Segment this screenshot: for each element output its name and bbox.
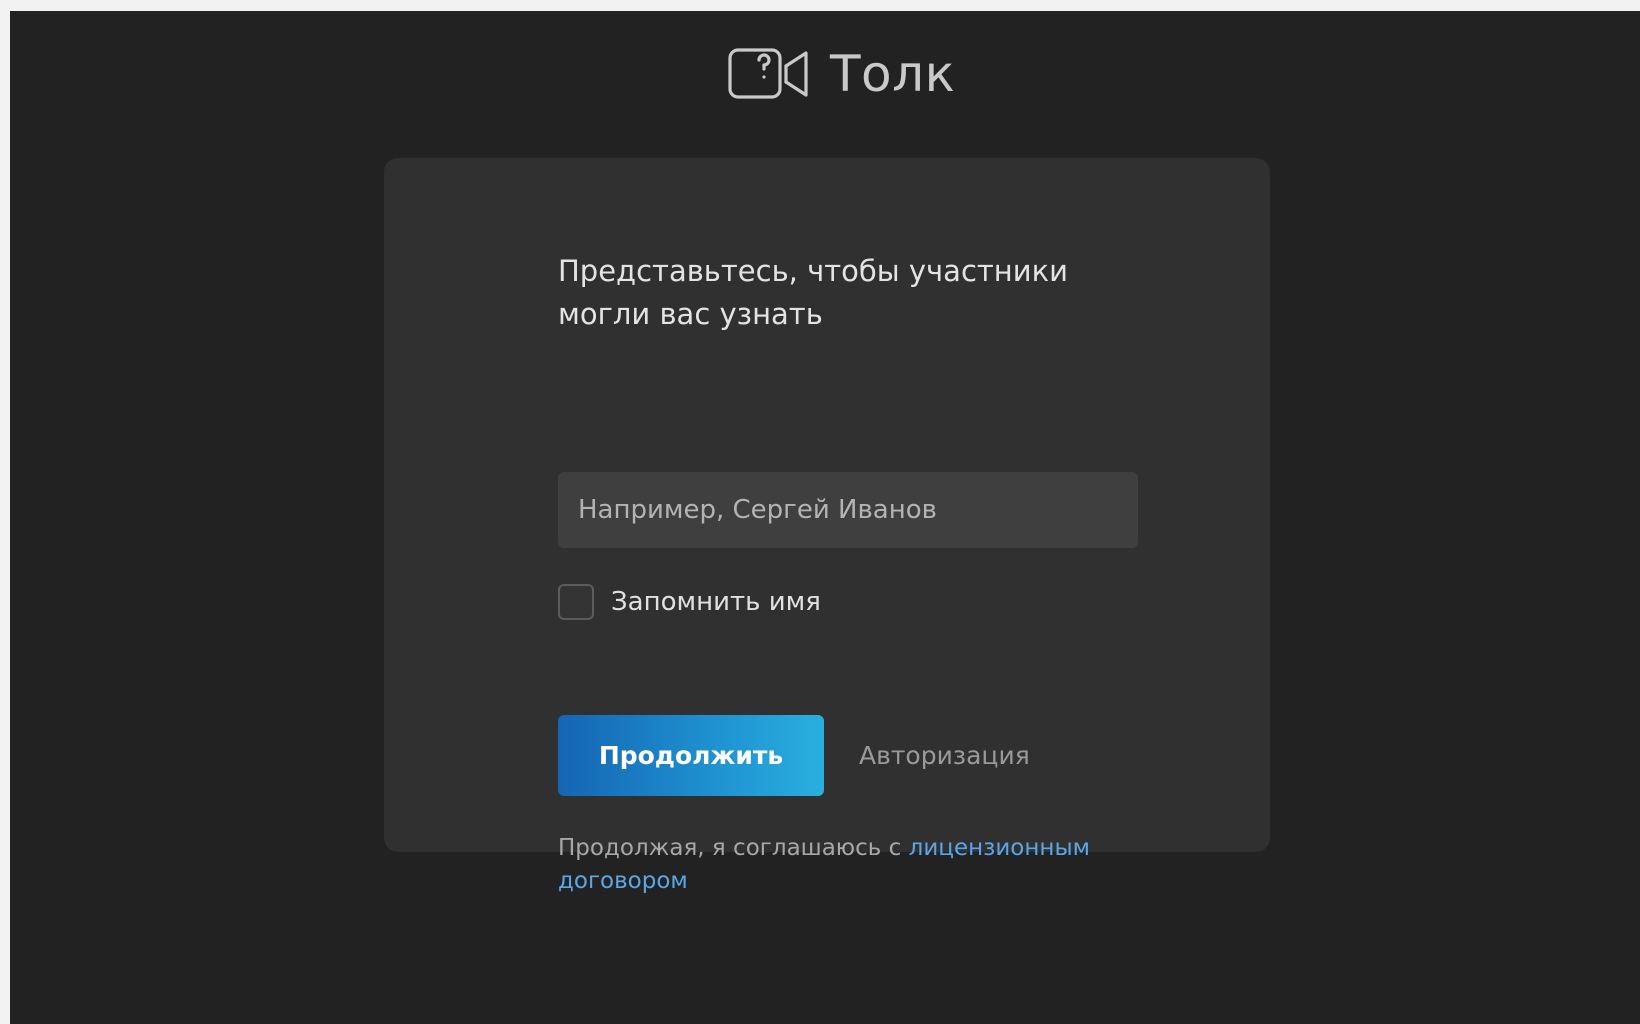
form-content: Представьтесь, чтобы участники могли вас… [558,250,1138,894]
name-input[interactable] [558,472,1138,548]
app-name: Толк [830,45,956,103]
remember-name-toggle[interactable]: Запомнить имя [558,584,821,620]
license-notice-prefix: Продолжая, я соглашаюсь с [558,835,909,861]
form-heading: Представьтесь, чтобы участники могли вас… [558,254,1068,331]
video-camera-question-icon [728,48,808,99]
app-logo: Толк [728,41,955,107]
authorization-link[interactable]: Авторизация [859,741,1030,770]
remember-label: Запомнить имя [611,587,821,617]
login-card: Представьтесь, чтобы участники могли вас… [384,158,1270,894]
remember-checkbox[interactable] [558,584,594,620]
app-window: Толк Представьтесь, чтобы участники могл… [10,11,1640,1024]
license-notice: Продолжая, я соглашаюсь с лицензионным д… [558,832,1118,898]
continue-button[interactable]: Продолжить [558,715,824,796]
form-actions: Продолжить Авторизация [558,715,1030,796]
